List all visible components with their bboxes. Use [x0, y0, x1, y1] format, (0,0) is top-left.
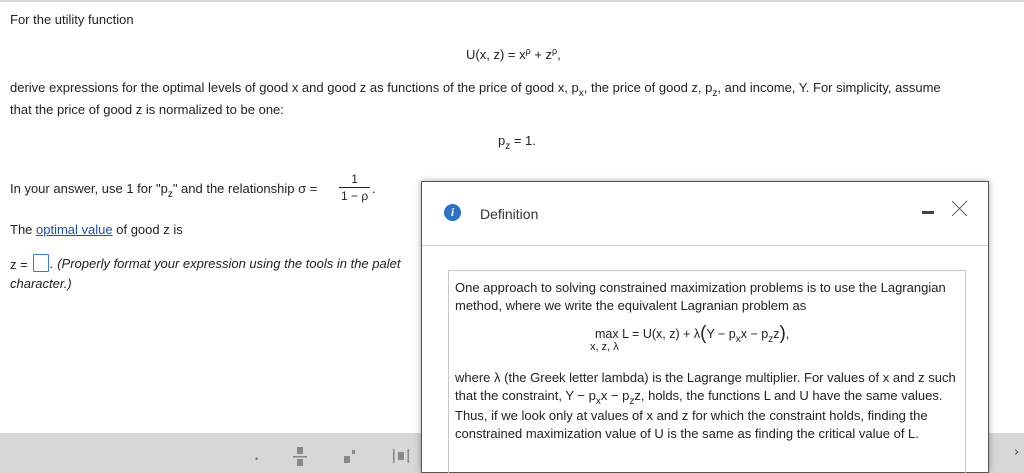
definition-popup: i Definition One approach to solving con…: [421, 181, 989, 473]
top-divider: [0, 0, 1024, 2]
derive-text-line2: that the price of good z is normalized t…: [10, 102, 284, 117]
format-hint-line2: character.): [10, 276, 72, 291]
lagrangian-equation: max L = U(x, z) + λ(Y − pxx − pzz),: [595, 323, 790, 345]
fraction-period: .: [372, 181, 376, 196]
fraction-icon[interactable]: [293, 446, 307, 471]
definition-content: One approach to solving constrained maxi…: [448, 270, 966, 473]
z-label: z =: [10, 257, 28, 272]
answer-input[interactable]: [33, 254, 49, 272]
sigma-fraction: 1 1 − ρ: [339, 172, 371, 203]
derive-text-line1: derive expressions for the optimal level…: [10, 80, 941, 99]
superscript-icon[interactable]: [344, 450, 358, 467]
definition-paragraph-2: where λ (the Greek letter lambda) is the…: [455, 370, 956, 441]
optimal-value-link[interactable]: optimal value: [36, 222, 113, 237]
utility-equation: U(x, z) = xρ + zρ,: [466, 46, 561, 62]
format-hint: . (Properly format your expression using…: [50, 256, 401, 271]
intro-text: For the utility function: [10, 12, 134, 27]
info-icon: i: [444, 204, 461, 221]
popup-header: i Definition: [422, 182, 988, 246]
dot-icon[interactable]: •: [254, 454, 259, 467]
pz-equation: pz = 1.: [498, 133, 536, 152]
math-palette: •: [0, 433, 422, 473]
answer-instruction: In your answer, use 1 for "pz" and the r…: [10, 181, 318, 200]
max-subscript: x, z, λ: [590, 341, 619, 353]
palette-scroll-strip[interactable]: ›: [988, 433, 1024, 473]
definition-paragraph-1: One approach to solving constrained maxi…: [455, 280, 946, 313]
optimal-value-prompt: The optimal value of good z is: [10, 222, 183, 237]
fraction-denominator: 1 − ρ: [341, 189, 369, 203]
absolute-value-icon[interactable]: [393, 449, 409, 466]
minimize-button[interactable]: [922, 207, 936, 219]
close-button[interactable]: [950, 198, 970, 218]
fraction-bar: [339, 187, 371, 188]
popup-title: Definition: [480, 206, 539, 222]
fraction-numerator: 1: [351, 172, 358, 186]
chevron-right-icon[interactable]: ›: [1014, 445, 1019, 460]
